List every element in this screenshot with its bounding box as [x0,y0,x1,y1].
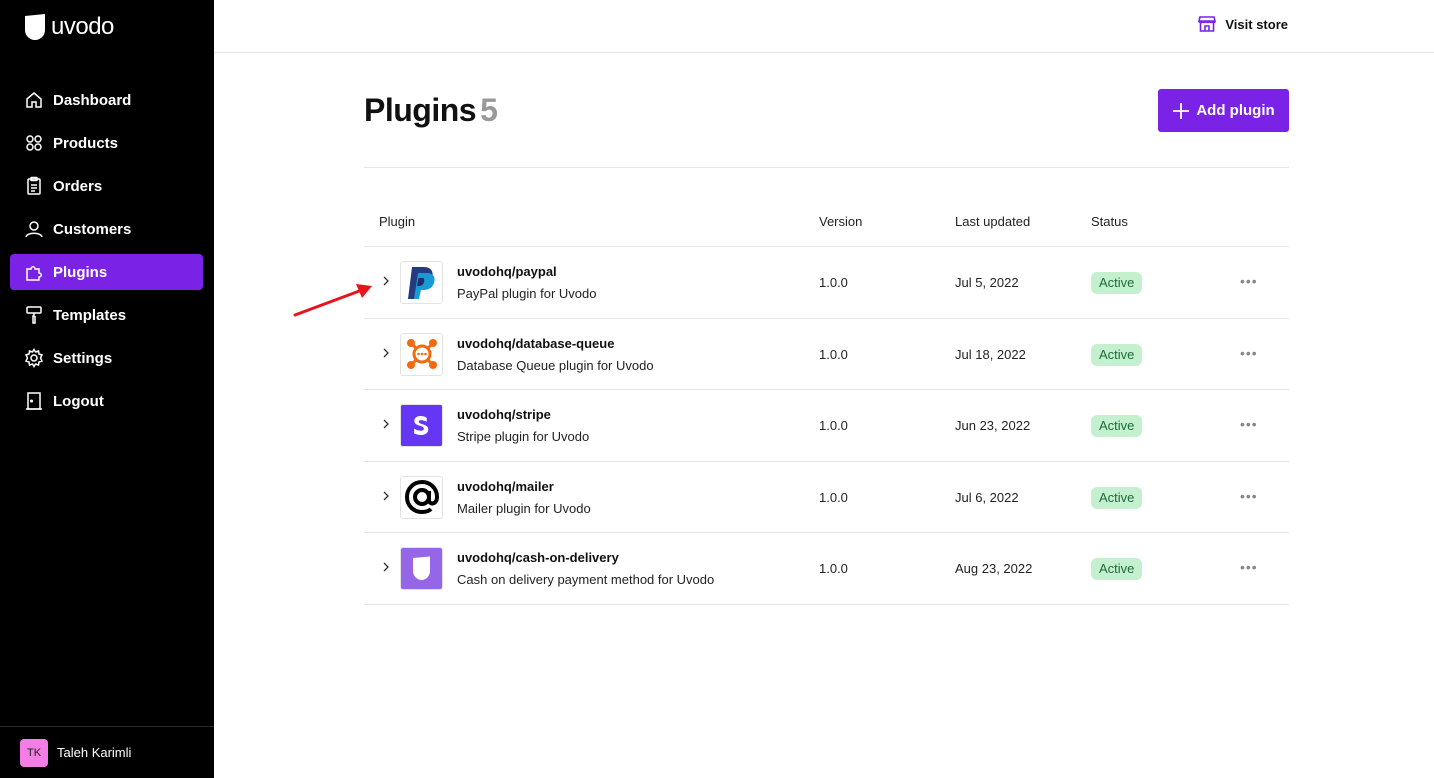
clipboard-icon [24,176,44,196]
add-plugin-label: Add plugin [1196,102,1275,119]
table-row[interactable]: uvodohq/cash-on-delivery Cash on deliver… [364,533,1289,605]
sidebar-item-label: Orders [53,177,103,195]
status-badge: Active [1091,272,1143,294]
sidebar-item-label: Logout [53,392,104,410]
sidebar-item-logout[interactable]: Logout [10,383,203,419]
home-icon [24,90,44,110]
stripe-logo [400,404,443,447]
table-row[interactable]: uvodohq/database-queue Database Queue pl… [364,319,1289,390]
store-icon [1198,16,1217,32]
plus-icon [1173,102,1190,119]
plugin-description: Cash on delivery payment method for Uvod… [457,572,715,587]
paypal-logo [400,261,443,304]
door-icon [24,391,44,411]
user-icon [24,219,44,239]
status-badge: Active [1091,558,1143,580]
column-header-last-updated: Last updated [955,214,1031,229]
plugin-last-updated: Jul 6, 2022 [955,489,1019,505]
sidebar-item-label: Templates [53,306,127,324]
plugin-version: 1.0.0 [819,346,848,362]
uvodo-shield-icon [25,14,45,40]
plugin-last-updated: Jul 5, 2022 [955,275,1019,290]
plugin-last-updated: Aug 23, 2022 [955,561,1033,576]
column-header-status: Status [1091,214,1128,229]
sidebar-item-products[interactable]: Products [10,125,203,161]
table-row[interactable]: uvodohq/paypal PayPal plugin for Uvodo 1… [364,247,1289,319]
plugin-description: PayPal plugin for Uvodo [457,286,597,301]
plugin-version: 1.0.0 [819,561,848,576]
sidebar-item-label: Settings [53,349,113,367]
chevron-right-icon[interactable] [380,561,392,573]
more-options-icon[interactable]: ••• [1240,416,1258,432]
avatar: TK [20,738,48,767]
sidebar-item-label: Products [53,134,119,152]
visit-store-label: Visit store [1225,16,1288,32]
plugin-version: 1.0.0 [819,489,848,505]
column-header-plugin: Plugin [379,214,416,229]
more-options-icon[interactable]: ••• [1240,559,1258,575]
plugin-description: Mailer plugin for Uvodo [457,500,591,516]
plugin-name[interactable]: uvodohq/cash-on-delivery [457,550,619,565]
page-title: Plugins 5 [364,92,498,129]
chevron-right-icon[interactable] [380,418,392,430]
sidebar: uvodo Dashboard Products Orders Customer… [0,0,214,778]
chevron-right-icon[interactable] [380,490,392,502]
more-options-icon[interactable]: ••• [1240,345,1258,361]
column-header-version: Version [819,214,863,229]
sidebar-item-label: Customers [53,220,132,238]
page-title-text: Plugins [364,92,477,128]
plugin-name[interactable]: uvodohq/paypal [457,264,557,279]
annotation-arrow-icon [293,284,372,317]
add-plugin-button[interactable]: Add plugin [1158,89,1289,132]
brand-logo[interactable]: uvodo [25,13,114,41]
plugin-description: Stripe plugin for Uvodo [457,429,590,444]
plugin-version: 1.0.0 [819,418,848,433]
gear-icon [24,348,44,368]
sidebar-nav: Dashboard Products Orders Customers Plug… [10,82,203,426]
plugins-table: Plugin Version Last updated Status uvodo… [364,196,1289,605]
user-profile[interactable]: TK Taleh Karimli [0,726,214,778]
topbar: Visit store [214,0,1434,53]
sidebar-item-dashboard[interactable]: Dashboard [10,82,203,118]
plugin-last-updated: Jun 23, 2022 [955,418,1031,433]
more-options-icon[interactable]: ••• [1240,273,1258,289]
sidebar-item-plugins[interactable]: Plugins [10,254,203,290]
status-badge: Active [1091,486,1143,509]
sidebar-item-customers[interactable]: Customers [10,211,203,247]
cash-on-delivery-logo [400,547,443,590]
plugin-name[interactable]: uvodohq/database-queue [457,336,614,351]
status-badge: Active [1091,415,1143,437]
database-queue-logo [400,332,443,376]
plugin-name[interactable]: uvodohq/mailer [457,479,554,494]
table-row[interactable]: uvodohq/stripe Stripe plugin for Uvodo 1… [364,390,1289,462]
plugin-last-updated: Jul 18, 2022 [955,346,1026,362]
puzzle-icon [24,262,44,282]
visit-store-link[interactable]: Visit store [1198,15,1288,33]
plugin-description: Database Queue plugin for Uvodo [457,357,654,373]
plugin-name[interactable]: uvodohq/stripe [457,407,551,422]
brand-name: uvodo [51,13,114,40]
plugin-count: 5 [480,92,498,128]
plugin-version: 1.0.0 [819,275,848,290]
paint-roller-icon [24,305,44,325]
sidebar-item-label: Dashboard [53,91,132,109]
sidebar-item-settings[interactable]: Settings [10,340,203,376]
user-name: Taleh Karimli [57,745,132,760]
chevron-right-icon[interactable] [380,347,392,359]
sidebar-item-orders[interactable]: Orders [10,168,203,204]
status-badge: Active [1091,343,1143,366]
chevron-right-icon[interactable] [380,275,392,287]
divider [364,167,1289,168]
grid-icon [24,133,44,153]
table-header: Plugin Version Last updated Status [364,196,1289,247]
mailer-logo [400,475,443,519]
table-row[interactable]: uvodohq/mailer Mailer plugin for Uvodo 1… [364,462,1289,533]
more-options-icon[interactable]: ••• [1240,488,1258,504]
sidebar-item-label: Plugins [53,263,108,281]
sidebar-item-templates[interactable]: Templates [10,297,203,333]
